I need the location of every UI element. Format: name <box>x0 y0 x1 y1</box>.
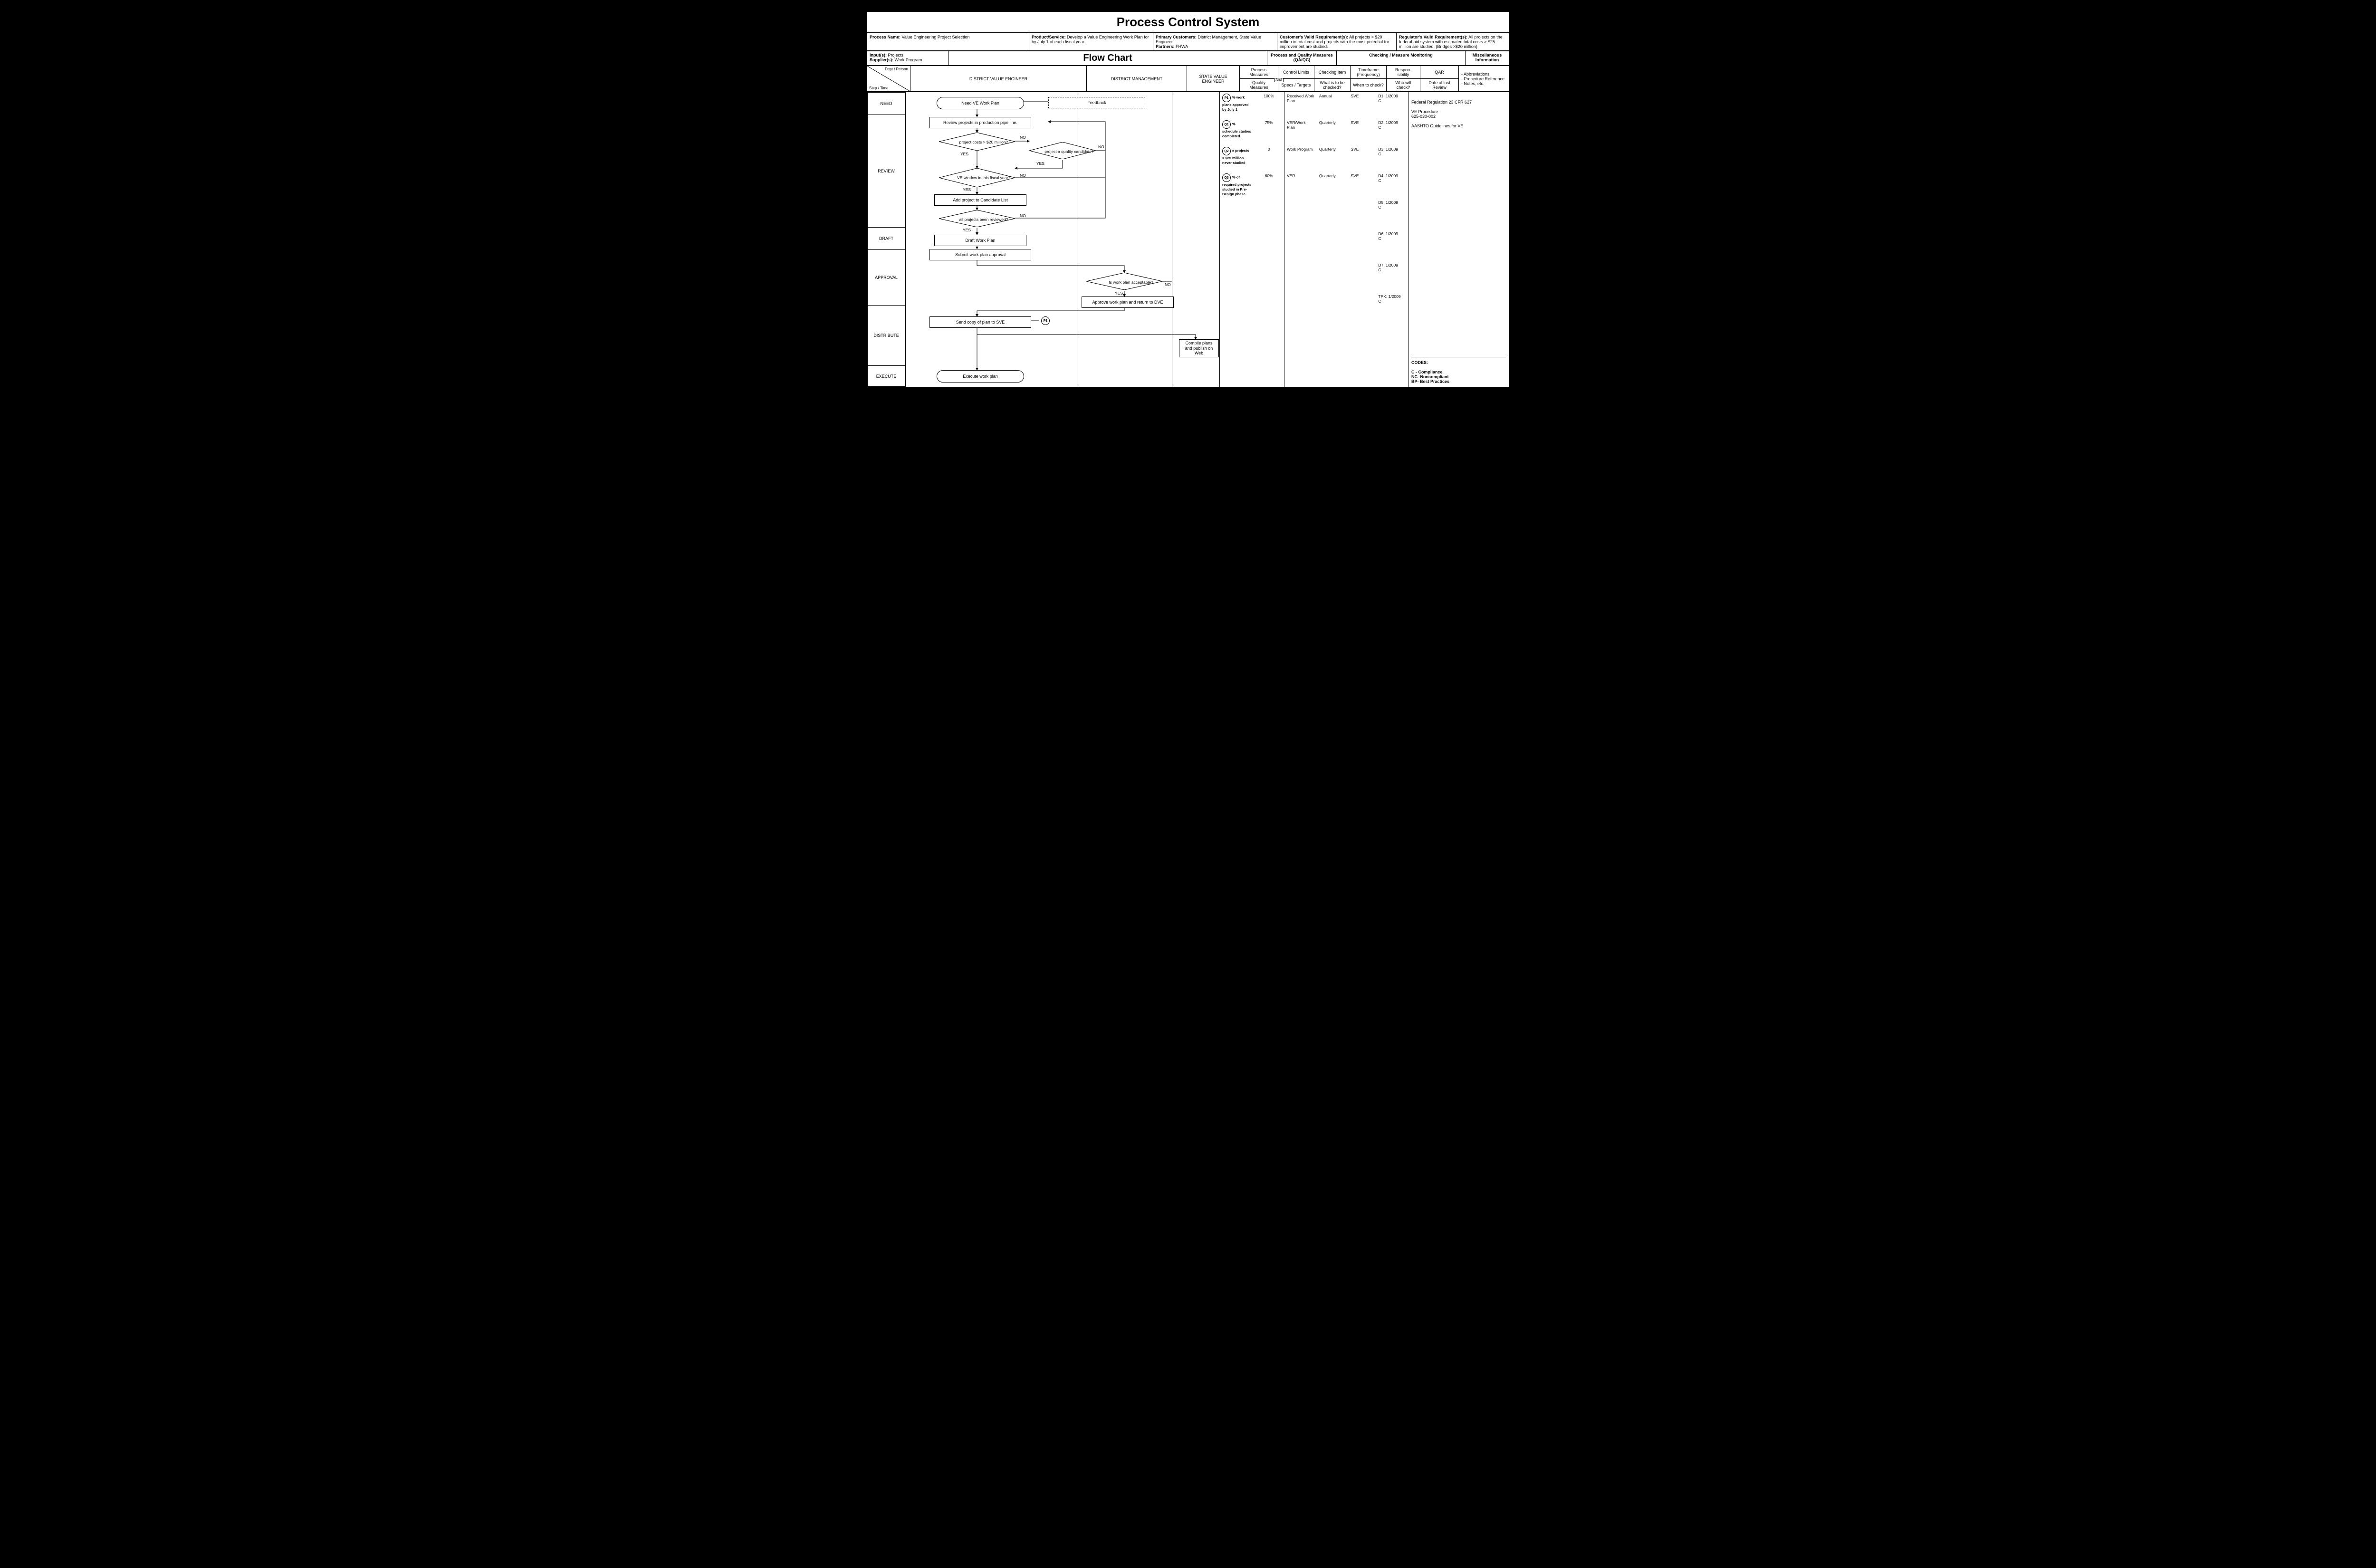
node-add: Add project to Candidate List <box>934 194 1026 206</box>
suppliers: Work Program <box>893 57 922 62</box>
partners-label: Partners: <box>1156 44 1175 49</box>
cm-header: Checking / Measure Monitoring <box>1337 51 1466 66</box>
step-execute: EXECUTE <box>868 366 905 387</box>
step-need: NEED <box>868 93 905 115</box>
lane-dve: DISTRICT VALUE ENGINEER <box>910 66 1087 92</box>
label-yes-5: YES <box>1115 291 1123 296</box>
label-no-4: NO <box>1020 213 1026 218</box>
partners: FHWA <box>1175 44 1188 49</box>
misc-text: Federal Regulation 23 CFR 627 VE Procedu… <box>1411 100 1506 128</box>
cust-req-label: Customer's Valid Requirement(s): <box>1280 35 1348 39</box>
misc-items: - Abbreviations - Procedure Reference - … <box>1459 66 1509 92</box>
label-yes-4: YES <box>963 228 971 232</box>
step-distribute: DISTRIBUTE <box>868 306 905 366</box>
qm-label: Quality Measures <box>1240 79 1278 92</box>
misc-header: Miscellaneous Information <box>1466 51 1509 66</box>
process-name: Value Engineering Project Selection <box>901 35 969 39</box>
node-compile: Compile plans and publish on Web <box>1179 339 1219 357</box>
header-row: Input(s): ProjectsSupplier(s): Work Prog… <box>867 51 1509 66</box>
label-no-2: NO <box>1098 144 1104 149</box>
node-review-proj: Review projects in production pipe line. <box>929 117 1031 128</box>
pq-header: Process and Quality Measures (QA/QC) <box>1267 51 1337 66</box>
decision-quality: project a quality candidate? <box>1029 142 1109 161</box>
label-no-5: NO <box>1165 282 1171 287</box>
primary-customers-label: Primary Customers: <box>1156 35 1197 39</box>
meta-table: Process Name: Value Engineering Project … <box>867 33 1509 51</box>
node-feedback: Feedback <box>1048 97 1145 108</box>
wnc-label: When to check? <box>1351 79 1387 92</box>
label-no-3: NO <box>1020 173 1026 178</box>
measures-col: P1% work plans approved by July 1100%Q1%… <box>1220 92 1284 387</box>
and-label: And <box>1274 78 1284 82</box>
lane-dm: DISTRICT MANAGEMENT <box>1087 66 1187 92</box>
label-yes-3: YES <box>963 187 971 192</box>
body-table: NEED REVIEW DRAFT APPROVAL DISTRIBUTE EX… <box>867 92 1509 387</box>
product-label: Product/Service: <box>1032 35 1066 39</box>
step-approval: APPROVAL <box>868 250 905 306</box>
tf-label: Timeframe (Frequency) <box>1351 66 1387 79</box>
label-no-1: NO <box>1020 135 1026 140</box>
label-yes-2: YES <box>1036 161 1044 166</box>
lane-header: Dept / Person Step / Time DISTRICT VALUE… <box>867 66 1509 92</box>
flowchart-canvas: Need VE Work Plan Feedback Review projec… <box>906 92 1220 387</box>
flowchart-title: Flow Chart <box>948 51 1267 66</box>
checking-col: Received Work PlanAnnualSVED1: 1/2009 CV… <box>1284 92 1408 387</box>
page-title: Process Control System <box>867 12 1509 33</box>
misc-col: Federal Regulation 23 CFR 627 VE Procedu… <box>1408 92 1509 387</box>
cl-label: Control Limits <box>1278 66 1314 79</box>
node-exec: Execute work plan <box>937 370 1024 382</box>
suppliers-label: Supplier(s): <box>870 57 893 62</box>
node-approve: Approve work plan and return to DVE <box>1082 296 1174 308</box>
decision-window: VE window in this fiscal year? <box>939 168 1028 187</box>
step-draft: DRAFT <box>868 228 905 250</box>
qar-label: QAR <box>1420 66 1459 79</box>
node-submit: Submit work plan approval <box>929 249 1031 260</box>
dlr-label: Date of last Review <box>1420 79 1459 92</box>
inputs: Projects <box>887 53 903 57</box>
decision-acceptable: Is work plan acceptable? <box>1086 273 1176 292</box>
node-draft: Draft Work Plan <box>934 235 1026 246</box>
ci-label: Checking Item <box>1314 66 1351 79</box>
label-yes-1: YES <box>960 152 968 156</box>
pm-label: Process Measures <box>1249 67 1268 77</box>
inputs-label: Input(s): <box>870 53 887 57</box>
node-send: Send copy of plan to SVE <box>929 316 1031 328</box>
reg-req-label: Regulator's Valid Requirement(s): <box>1399 35 1467 39</box>
decision-cost: project costs > $20 million? <box>939 133 1028 152</box>
dept-person-label: Dept / Person <box>885 67 908 71</box>
wwc-label: Who will check? <box>1387 79 1420 92</box>
codes: CODES: C - Compliance NC- Noncompliant B… <box>1411 357 1506 384</box>
wtc-label: What is to be checked? <box>1314 79 1351 92</box>
connector-p1: P1 <box>1041 316 1050 325</box>
lane-sve: STATE VALUE ENGINEER <box>1187 66 1240 92</box>
step-time-label: Step / Time <box>869 86 888 90</box>
decision-all-reviewed: all projects been reviewed? <box>939 210 1028 229</box>
node-need: Need VE Work Plan <box>937 97 1024 109</box>
step-review: REVIEW <box>868 115 905 228</box>
rs-label: Respon- sibility <box>1387 66 1420 79</box>
process-name-label: Process Name: <box>870 35 901 39</box>
page: Process Control System Process Name: Val… <box>866 11 1510 388</box>
